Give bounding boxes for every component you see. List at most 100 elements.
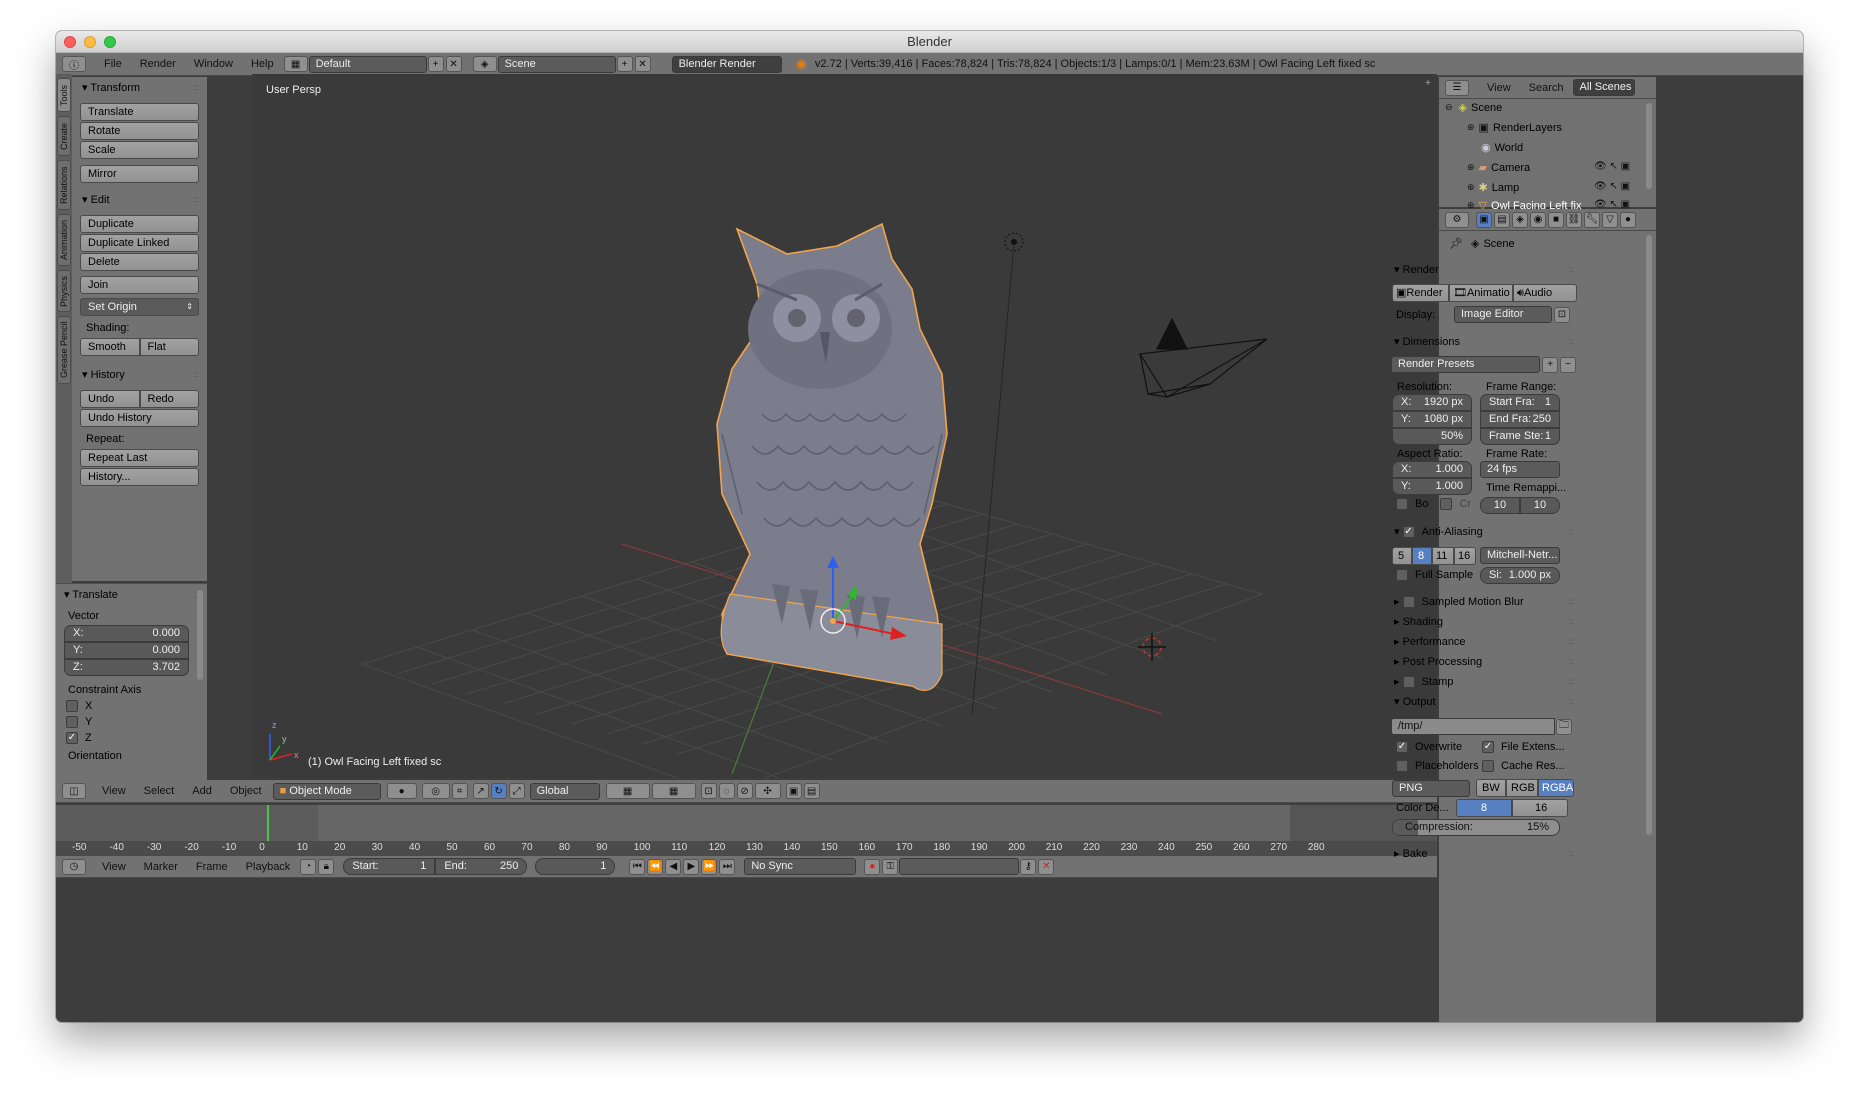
jump-start-icon[interactable]: ⏮ [629,858,646,875]
interaction-mode-select[interactable]: ■ Object Mode [272,782,381,800]
render-engine-select[interactable]: Blender Render [671,55,782,73]
edit-panel-header[interactable]: ▾ Edit [72,189,207,211]
screen-layout-icon[interactable]: ▦ [283,56,308,72]
outliner-item-lamp[interactable]: ⊕ ✱ Lamp [1467,181,1519,195]
editor-type-outliner-icon[interactable]: ☰ [1445,79,1469,96]
current-frame-line[interactable] [267,805,270,841]
post-processing-panel-header[interactable]: ▸ Post Processing [1384,651,1581,673]
outliner-menu-search[interactable]: Search [1520,82,1573,94]
record-icon[interactable]: ● [864,858,881,875]
output-path-field[interactable]: /tmp/ [1391,718,1555,735]
color-depth-16[interactable]: 16 [1512,799,1568,817]
outliner-item-scene[interactable]: ⊖ ◈ Scene [1445,101,1502,115]
render-audio-button[interactable]: 🔊︎Audio [1513,284,1577,302]
manipulator-toggle-icon[interactable]: ⌗ [451,783,468,799]
aa-samples-11[interactable]: 11 [1432,547,1454,565]
material-context-icon[interactable]: ● [1620,211,1636,228]
repeat-last-button[interactable]: Repeat Last [80,449,199,467]
performance-panel-header[interactable]: ▸ Performance [1384,631,1581,653]
outliner-menu-view[interactable]: View [1478,82,1520,94]
play-icon[interactable]: ▶ [683,858,700,875]
menu-view[interactable]: View [93,785,135,797]
redo-button[interactable]: Redo [139,390,199,408]
add-screen-icon[interactable]: + [427,56,444,72]
menu-frame[interactable]: Frame [187,861,237,873]
lock-frame-icon[interactable]: 🔒︎ [318,858,335,875]
remove-preset-icon[interactable]: − [1560,356,1577,373]
play-reverse-icon[interactable]: ◀ [665,858,682,875]
proportional-edit-icon[interactable]: ◌ [718,783,735,799]
outliner-filter-select[interactable]: All Scenes [1572,79,1635,96]
aa-filter-select[interactable]: Mitchell-Netr... [1480,547,1560,564]
3d-viewport[interactable]: User Persp z y x (1) Owl Facing Left fix… [252,74,1437,778]
visibility-eye-icon[interactable]: 👁︎ ↖ ▣ [1594,181,1630,192]
remap-old-field[interactable]: 10 [1480,497,1520,514]
display-select[interactable]: Image Editor [1454,306,1552,323]
operator-scrollbar[interactable] [197,590,203,680]
tab-tools[interactable]: Tools [57,78,71,112]
checkbox-icon[interactable] [1402,596,1415,609]
resolution-x-field[interactable]: X: 1920 px [1392,394,1472,411]
compression-slider[interactable]: Compression: 15% [1392,819,1560,836]
color-rgba-button[interactable]: RGBA [1538,779,1574,797]
end-frame-field[interactable]: End: 250 [435,858,528,875]
add-scene-icon[interactable]: + [616,56,633,72]
scale-manipulator-icon[interactable]: ⤢ [508,783,525,799]
world-context-icon[interactable]: ◉ [1530,211,1546,228]
resolution-y-field[interactable]: Y: 1080 px [1392,411,1472,428]
tab-physics[interactable]: Physics [57,270,71,312]
render-anim-icon[interactable]: ▤ [803,783,820,799]
pivot-point-icon[interactable]: ◎ [421,783,450,799]
render-animation-button[interactable]: 🎞︎Animatio [1449,284,1513,302]
object-context-icon[interactable]: ■ [1548,211,1564,228]
frame-step-field[interactable]: Frame Ste: 1 [1480,428,1560,445]
aa-samples-5[interactable]: 5 [1392,547,1412,565]
duplicate-linked-button[interactable]: Duplicate Linked [80,234,199,252]
remove-screen-icon[interactable]: ✕ [445,56,462,72]
viewport-corner-plus-icon[interactable]: + [1425,78,1431,89]
close-window-button[interactable] [64,36,76,48]
vector-z-field[interactable]: Z: 3.702 [64,659,189,676]
visibility-eye-icon[interactable]: 👁︎ ↖ ▣ [1594,161,1630,172]
resolution-percentage-field[interactable]: 50% [1392,428,1472,445]
tab-animation[interactable]: Animation [57,214,71,266]
menu-object[interactable]: Object [221,785,271,797]
menu-add[interactable]: Add [183,785,221,797]
aspect-y-field[interactable]: Y: 1.000 [1392,478,1472,495]
editor-type-3d-icon[interactable]: ◫ [62,783,86,799]
outliner-item-camera[interactable]: ⊕ ▰ Camera [1467,161,1530,175]
menu-playback[interactable]: Playback [237,861,300,873]
editor-type-info-icon[interactable]: ⓘ [62,56,86,72]
overwrite-checkbox[interactable]: ✓ Overwrite [1396,741,1462,754]
file-extensions-checkbox[interactable]: ✓ File Extens... [1482,741,1565,754]
keying-set-field[interactable] [899,858,1020,875]
outliner-item-renderlayers[interactable]: ⊕ ▣ RenderLayers [1467,121,1562,135]
antialiasing-panel-header[interactable]: ▾ ✓ Anti-Aliasing [1384,521,1581,543]
keying-set-icon[interactable]: ⚿ [882,858,899,875]
menu-timeline-view[interactable]: View [93,861,135,873]
end-frame-prop-field[interactable]: End Fra: 250 [1480,411,1560,428]
crop-checkbox[interactable]: Cr [1440,498,1471,511]
vector-x-field[interactable]: X: 0.000 [64,625,189,642]
layers-icon[interactable]: ▦ [605,783,650,799]
editor-type-timeline-icon[interactable]: ◷ [62,858,86,875]
aa-samples-16[interactable]: 16 [1454,547,1476,565]
undo-history-button[interactable]: Undo History [80,409,199,427]
pin-icon[interactable]: 📌︎ [1449,237,1463,250]
start-frame-prop-field[interactable]: Start Fra: 1 [1480,394,1560,411]
border-checkbox[interactable]: Bo [1396,498,1428,511]
screen-layout-field[interactable]: Default [308,55,427,73]
rotate-manipulator-icon[interactable]: ↻ [490,783,507,799]
minimize-window-button[interactable] [84,36,96,48]
render-image-button[interactable]: ▣Render [1392,284,1449,302]
stamp-panel-header[interactable]: ▸ Stamp [1384,671,1581,693]
checkbox-checked-icon[interactable]: ✓ [1402,526,1415,539]
color-depth-8[interactable]: 8 [1456,799,1512,817]
constraint-z-checkbox[interactable]: ✓ Z [66,732,189,745]
color-rgb-button[interactable]: RGB [1506,779,1538,797]
color-bw-button[interactable]: BW [1476,779,1506,797]
render-layers-context-icon[interactable]: ▤ [1494,211,1510,228]
constraints-context-icon[interactable]: ⛓ [1566,211,1582,228]
menu-render[interactable]: Render [131,58,185,70]
scene-field[interactable]: Scene [497,55,616,73]
